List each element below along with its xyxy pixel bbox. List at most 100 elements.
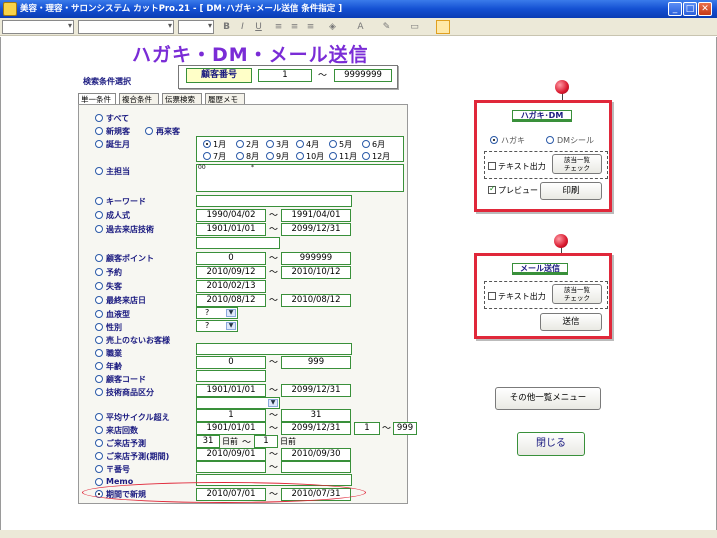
res-from-input[interactable]: 2010/09/12	[196, 266, 266, 279]
radio-lost-customer[interactable]	[95, 282, 103, 290]
special-effect-icon[interactable]	[436, 20, 450, 34]
customer-code-input[interactable]	[196, 370, 266, 382]
points-to-input[interactable]: 999999	[281, 252, 351, 265]
align-left-icon[interactable]: ≡	[272, 21, 285, 34]
radio-month-1[interactable]	[203, 140, 211, 148]
radio-past-tech[interactable]	[95, 225, 103, 233]
staff-list[interactable]	[196, 164, 404, 192]
chevron-down-icon[interactable]: ▼	[226, 309, 236, 317]
radio-month-6[interactable]	[362, 140, 370, 148]
list-check-button[interactable]: 該当一覧 チェック	[552, 154, 602, 174]
keyword-input[interactable]	[196, 195, 352, 207]
vc-count-to-input[interactable]: 999	[393, 422, 417, 435]
radio-month-8[interactable]	[236, 152, 244, 160]
email-text-output-checkbox[interactable]	[488, 292, 496, 300]
ti-from-input[interactable]: 1901/01/01	[196, 384, 266, 397]
fill-color-icon[interactable]: ◈	[326, 21, 339, 34]
radio-month-7[interactable]	[203, 152, 211, 160]
print-button[interactable]: 印刷	[540, 182, 602, 200]
ac-from-input[interactable]: 1	[196, 409, 266, 422]
line-color-icon[interactable]: ✎	[380, 21, 393, 34]
border-icon[interactable]: ▭	[408, 21, 421, 34]
radio-no-sales[interactable]	[95, 336, 103, 344]
radio-birth-month[interactable]	[95, 140, 103, 148]
radio-points[interactable]	[95, 254, 103, 262]
text-output-checkbox[interactable]	[488, 162, 496, 170]
lost-date-input[interactable]: 2010/02/13	[196, 280, 266, 293]
radio-forecast-period[interactable]	[95, 452, 103, 460]
chevron-down-icon[interactable]: ▼	[226, 322, 236, 330]
italic-button[interactable]: I	[236, 21, 249, 34]
size-combo[interactable]	[178, 20, 214, 34]
radio-sex[interactable]	[95, 323, 103, 331]
radio-memo[interactable]	[95, 478, 103, 486]
radio-month-3[interactable]	[266, 140, 274, 148]
blood-type-select[interactable]: ? ▼	[196, 307, 238, 319]
age-from-input[interactable]: 0	[196, 356, 266, 369]
past-tech-select[interactable]	[196, 237, 280, 249]
vc-to-input[interactable]: 2099/12/31	[281, 422, 351, 435]
age-to-input[interactable]: 999	[281, 356, 351, 369]
postal-from-input[interactable]	[196, 461, 266, 473]
customer-to-input[interactable]: 9999999	[334, 69, 392, 82]
sex-select[interactable]: ? ▼	[196, 320, 238, 332]
radio-reservation[interactable]	[95, 268, 103, 276]
close-window-button[interactable]: ✕	[698, 2, 712, 16]
tech-item-select[interactable]: ▼	[196, 397, 280, 409]
radio-occupation[interactable]	[95, 349, 103, 357]
customer-from-input[interactable]: 1	[258, 69, 312, 82]
other-list-menu-button[interactable]: その他一覧メニュー	[495, 387, 601, 410]
email-list-check-button[interactable]: 該当一覧 チェック	[552, 284, 602, 304]
res-to-input[interactable]: 2010/10/12	[281, 266, 351, 279]
bold-button[interactable]: B	[220, 21, 233, 34]
lv-from-input[interactable]: 2010/08/12	[196, 294, 266, 307]
radio-month-5[interactable]	[329, 140, 337, 148]
radio-coming-of-age[interactable]	[95, 211, 103, 219]
radio-tech-item[interactable]	[95, 388, 103, 396]
radio-all[interactable]	[95, 114, 103, 122]
pt-from-input[interactable]: 1901/01/01	[196, 223, 266, 236]
radio-last-visit[interactable]	[95, 296, 103, 304]
radio-keyword[interactable]	[95, 197, 103, 205]
vc-count-from-input[interactable]: 1	[354, 422, 380, 435]
radio-forecast[interactable]	[95, 439, 103, 447]
lv-to-input[interactable]: 2010/08/12	[281, 294, 351, 307]
radio-dm-seal[interactable]	[546, 136, 554, 144]
vc-from-input[interactable]: 1901/01/01	[196, 422, 266, 435]
radio-month-10[interactable]	[296, 152, 304, 160]
underline-button[interactable]: U	[252, 21, 265, 34]
coa-from-input[interactable]: 1990/04/02	[196, 209, 266, 222]
points-from-input[interactable]: 0	[196, 252, 266, 265]
radio-main-staff[interactable]	[95, 167, 103, 175]
radio-visit-count[interactable]	[95, 426, 103, 434]
radio-blood-type[interactable]	[95, 310, 103, 318]
pt-to-input[interactable]: 2099/12/31	[281, 223, 351, 236]
preview-checkbox[interactable]: ✓	[488, 184, 496, 194]
radio-new-customer[interactable]	[95, 127, 103, 135]
radio-month-9[interactable]	[266, 152, 274, 160]
radio-customer-code[interactable]	[95, 375, 103, 383]
send-button[interactable]: 送信	[540, 313, 602, 331]
align-right-icon[interactable]: ≡	[304, 21, 317, 34]
ac-to-input[interactable]: 31	[281, 409, 351, 422]
ti-to-input[interactable]: 2099/12/31	[281, 384, 351, 397]
postal-to-input[interactable]	[281, 461, 351, 473]
chevron-down-icon[interactable]: ▼	[268, 399, 278, 407]
fp-to-input[interactable]: 2010/09/30	[281, 448, 351, 461]
align-center-icon[interactable]: ≡	[288, 21, 301, 34]
radio-avg-cycle[interactable]	[95, 413, 103, 421]
radio-repeat-customer[interactable]	[145, 127, 153, 135]
radio-month-4[interactable]	[296, 140, 304, 148]
fp-from-input[interactable]: 2010/09/01	[196, 448, 266, 461]
radio-age[interactable]	[95, 362, 103, 370]
maximize-button[interactable]: □	[683, 2, 697, 16]
radio-postcard[interactable]	[490, 136, 498, 144]
occupation-select[interactable]	[196, 343, 352, 355]
forecast-days-input[interactable]: 31	[196, 435, 220, 448]
radio-month-2[interactable]	[236, 140, 244, 148]
font-combo[interactable]	[78, 20, 174, 34]
font-color-icon[interactable]: A	[354, 21, 367, 34]
close-button[interactable]: 閉じる	[517, 432, 585, 456]
radio-month-11[interactable]	[329, 152, 337, 160]
style-combo[interactable]	[2, 20, 74, 34]
